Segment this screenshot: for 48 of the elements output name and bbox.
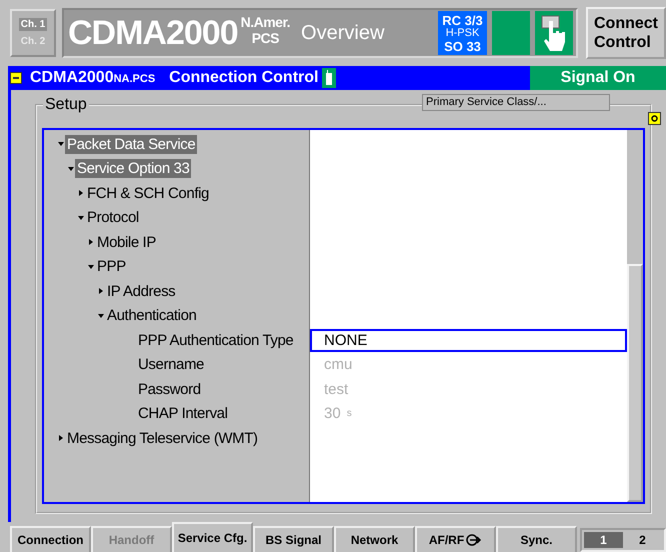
expanded-arrow-icon[interactable] (68, 166, 74, 172)
group-label: Setup (43, 96, 89, 114)
collapsed-arrow-icon[interactable] (58, 435, 64, 442)
phone-icon (322, 68, 336, 88)
status-text: SO 33 (444, 40, 481, 52)
menu-icon (10, 72, 22, 84)
connect-control-button[interactable]: Connect Control (586, 7, 666, 59)
tree-item[interactable]: IP Address (105, 282, 178, 301)
status-indicator (492, 11, 530, 55)
standard-title: CDMA2000 (68, 14, 238, 52)
tree-item[interactable]: Protocol (85, 208, 141, 228)
tree-item[interactable]: Mobile IP (95, 232, 158, 252)
hint-text: Primary Service Class/... (422, 94, 610, 111)
status-text: H-PSK (446, 26, 480, 40)
tab[interactable]: Service Cfg. (172, 522, 253, 552)
region-label: N.Amer. (240, 14, 290, 30)
page-button[interactable]: 1 (584, 532, 623, 548)
collapsed-arrow-icon[interactable] (98, 288, 104, 294)
help-icon[interactable] (648, 112, 661, 125)
setting-value[interactable]: NONE (310, 328, 627, 352)
scrollbar-thumb[interactable] (627, 264, 643, 502)
collapsed-arrow-icon[interactable] (78, 190, 84, 196)
status-text: RC 3/3 (442, 14, 483, 26)
tree-item[interactable]: PPP Authentication Type (136, 330, 296, 350)
section-title: Connection Control (169, 69, 318, 87)
expanded-arrow-icon[interactable] (78, 214, 84, 221)
app-title: CDMA2000NA.PCS (30, 69, 156, 87)
tree-item[interactable]: PPP (95, 257, 128, 276)
collapsed-arrow-icon[interactable] (88, 239, 94, 246)
tree-item[interactable]: Authentication (105, 306, 198, 326)
tree-item[interactable]: Packet Data Service (65, 134, 198, 154)
touch-button[interactable] (535, 11, 573, 55)
tab[interactable]: AF/RF (415, 526, 496, 552)
expanded-arrow-icon[interactable] (88, 264, 94, 270)
expanded-arrow-icon[interactable] (98, 312, 104, 319)
tree-item[interactable]: FCH & SCH Config (85, 184, 211, 203)
signal-status: Signal On (530, 66, 666, 90)
tab[interactable]: Sync. (496, 526, 577, 552)
hand-icon (541, 15, 567, 51)
tree-item[interactable]: Messaging Teleservice (WMT) (65, 428, 260, 448)
band-label: PCS (252, 30, 279, 46)
tab[interactable]: BS Signal (253, 526, 334, 552)
view-title: Overview (301, 22, 386, 44)
expanded-arrow-icon[interactable] (58, 141, 64, 148)
page-button[interactable]: 2 (623, 532, 662, 548)
tree-item[interactable]: Service Option 33 (75, 159, 192, 178)
tab[interactable]: Connection (10, 526, 91, 552)
tab[interactable]: Network (334, 526, 415, 552)
